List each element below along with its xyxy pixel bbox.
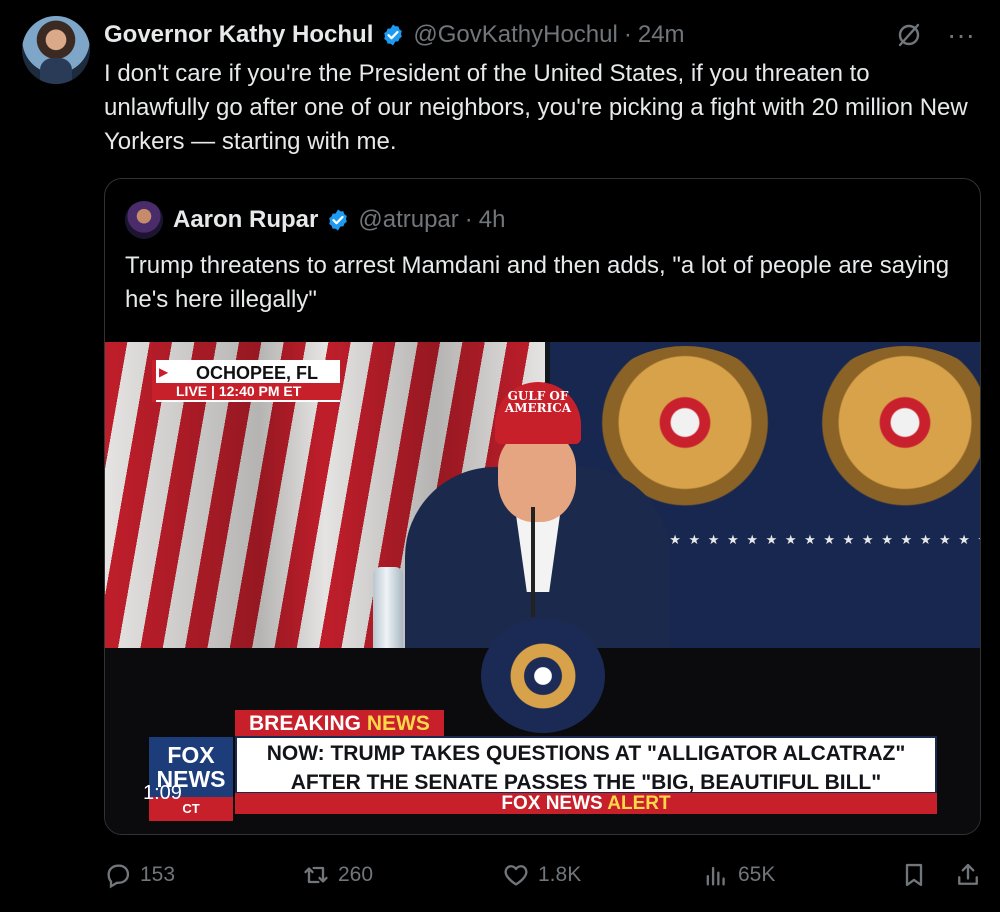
live-label: LIVE bbox=[176, 383, 208, 399]
meta-separator: · bbox=[623, 21, 632, 48]
live-divider: | bbox=[211, 383, 219, 399]
repost-icon bbox=[304, 866, 328, 884]
quoted-post-timestamp[interactable]: 4h bbox=[479, 206, 506, 234]
reply-count: 153 bbox=[140, 863, 176, 886]
share-button[interactable] bbox=[954, 855, 990, 895]
quoted-author-name[interactable]: Aaron Rupar bbox=[173, 206, 318, 234]
fox-news-alert-bar: FOX NEWS ALERT bbox=[235, 793, 937, 814]
share-icon bbox=[958, 863, 978, 885]
alert-network: FOX NEWS bbox=[501, 793, 603, 814]
presidential-seal bbox=[481, 619, 605, 733]
views-chart-icon bbox=[706, 866, 725, 886]
quoted-post-header: Aaron Rupar @atrupar · 4h bbox=[125, 201, 505, 239]
live-time: 12:40 PM ET bbox=[218, 383, 302, 399]
live-bar: LIVE | 12:40 PM ET bbox=[156, 383, 340, 400]
video-duration: 1:09 bbox=[143, 782, 182, 804]
grok-icon[interactable] bbox=[894, 20, 924, 50]
author-name[interactable]: Governor Kathy Hochul bbox=[104, 21, 373, 49]
verified-badge-icon bbox=[326, 208, 350, 232]
view-count: 65K bbox=[738, 863, 776, 886]
news-word: NEWS bbox=[366, 712, 430, 735]
meta-separator: · bbox=[464, 206, 473, 233]
chyron-line-1: NOW: TRUMP TAKES QUESTIONS AT "ALLIGATOR… bbox=[266, 742, 906, 765]
bookmark-icon bbox=[905, 863, 923, 887]
play-triangle-icon: ▶ bbox=[159, 365, 169, 379]
verified-badge-icon bbox=[381, 23, 405, 47]
quoted-author-avatar[interactable] bbox=[125, 201, 163, 239]
flag-stars: ★ ★ ★ ★ ★ ★ ★ ★ ★ ★ ★ ★ ★ ★ ★ ★ ★ ★ ★ ★ … bbox=[650, 532, 980, 546]
views-button[interactable]: 65K bbox=[702, 855, 775, 895]
alert-word: ALERT bbox=[607, 793, 671, 814]
reply-icon bbox=[107, 864, 130, 889]
video-player[interactable]: ★ ★ ★ ★ ★ ★ ★ ★ ★ ★ ★ ★ ★ ★ ★ ★ ★ ★ ★ ★ … bbox=[105, 342, 980, 834]
post-timestamp[interactable]: 24m bbox=[638, 21, 685, 49]
more-options-icon[interactable]: ··· bbox=[946, 19, 976, 50]
bookmark-button[interactable] bbox=[900, 855, 936, 895]
reply-button[interactable]: 153 bbox=[104, 855, 175, 895]
post-top-actions: ··· bbox=[894, 19, 976, 50]
repost-count: 260 bbox=[338, 863, 374, 886]
chyron-line-2: AFTER THE SENATE PASSES THE "BIG, BEAUTI… bbox=[290, 771, 882, 794]
quoted-author-handle[interactable]: @atrupar bbox=[358, 206, 458, 234]
cap-text: GULF OF AMERICA bbox=[504, 389, 572, 415]
like-button[interactable]: 1.8K bbox=[502, 855, 581, 895]
microphone bbox=[531, 507, 535, 617]
repost-button[interactable]: 260 bbox=[302, 855, 373, 895]
post-action-bar: 153 260 1.8K 65K bbox=[104, 855, 984, 895]
live-location-bug: ▶ OCHOPEE, FL LIVE | 12:40 PM ET bbox=[152, 360, 340, 402]
post-header: Governor Kathy Hochul @GovKathyHochul · … bbox=[104, 18, 685, 52]
post-author-avatar[interactable] bbox=[22, 16, 90, 84]
quoted-post[interactable]: Aaron Rupar @atrupar · 4h Trump threaten… bbox=[104, 178, 981, 835]
author-handle[interactable]: @GovKathyHochul bbox=[413, 21, 617, 49]
breaking-word: BREAKING bbox=[249, 712, 362, 735]
heart-icon bbox=[504, 865, 528, 886]
speaker-head bbox=[498, 432, 576, 522]
quoted-post-text: Trump threatens to arrest Mamdani and th… bbox=[125, 252, 950, 313]
post-text: I don't care if you're the President of … bbox=[104, 60, 968, 155]
chyron: NOW: TRUMP TAKES QUESTIONS AT "ALLIGATOR… bbox=[235, 736, 937, 794]
breaking-news-label: BREAKING NEWS bbox=[235, 710, 444, 738]
like-count: 1.8K bbox=[538, 863, 582, 886]
live-location: OCHOPEE, FL bbox=[196, 363, 319, 383]
logo-line-1: FOX bbox=[167, 742, 215, 768]
